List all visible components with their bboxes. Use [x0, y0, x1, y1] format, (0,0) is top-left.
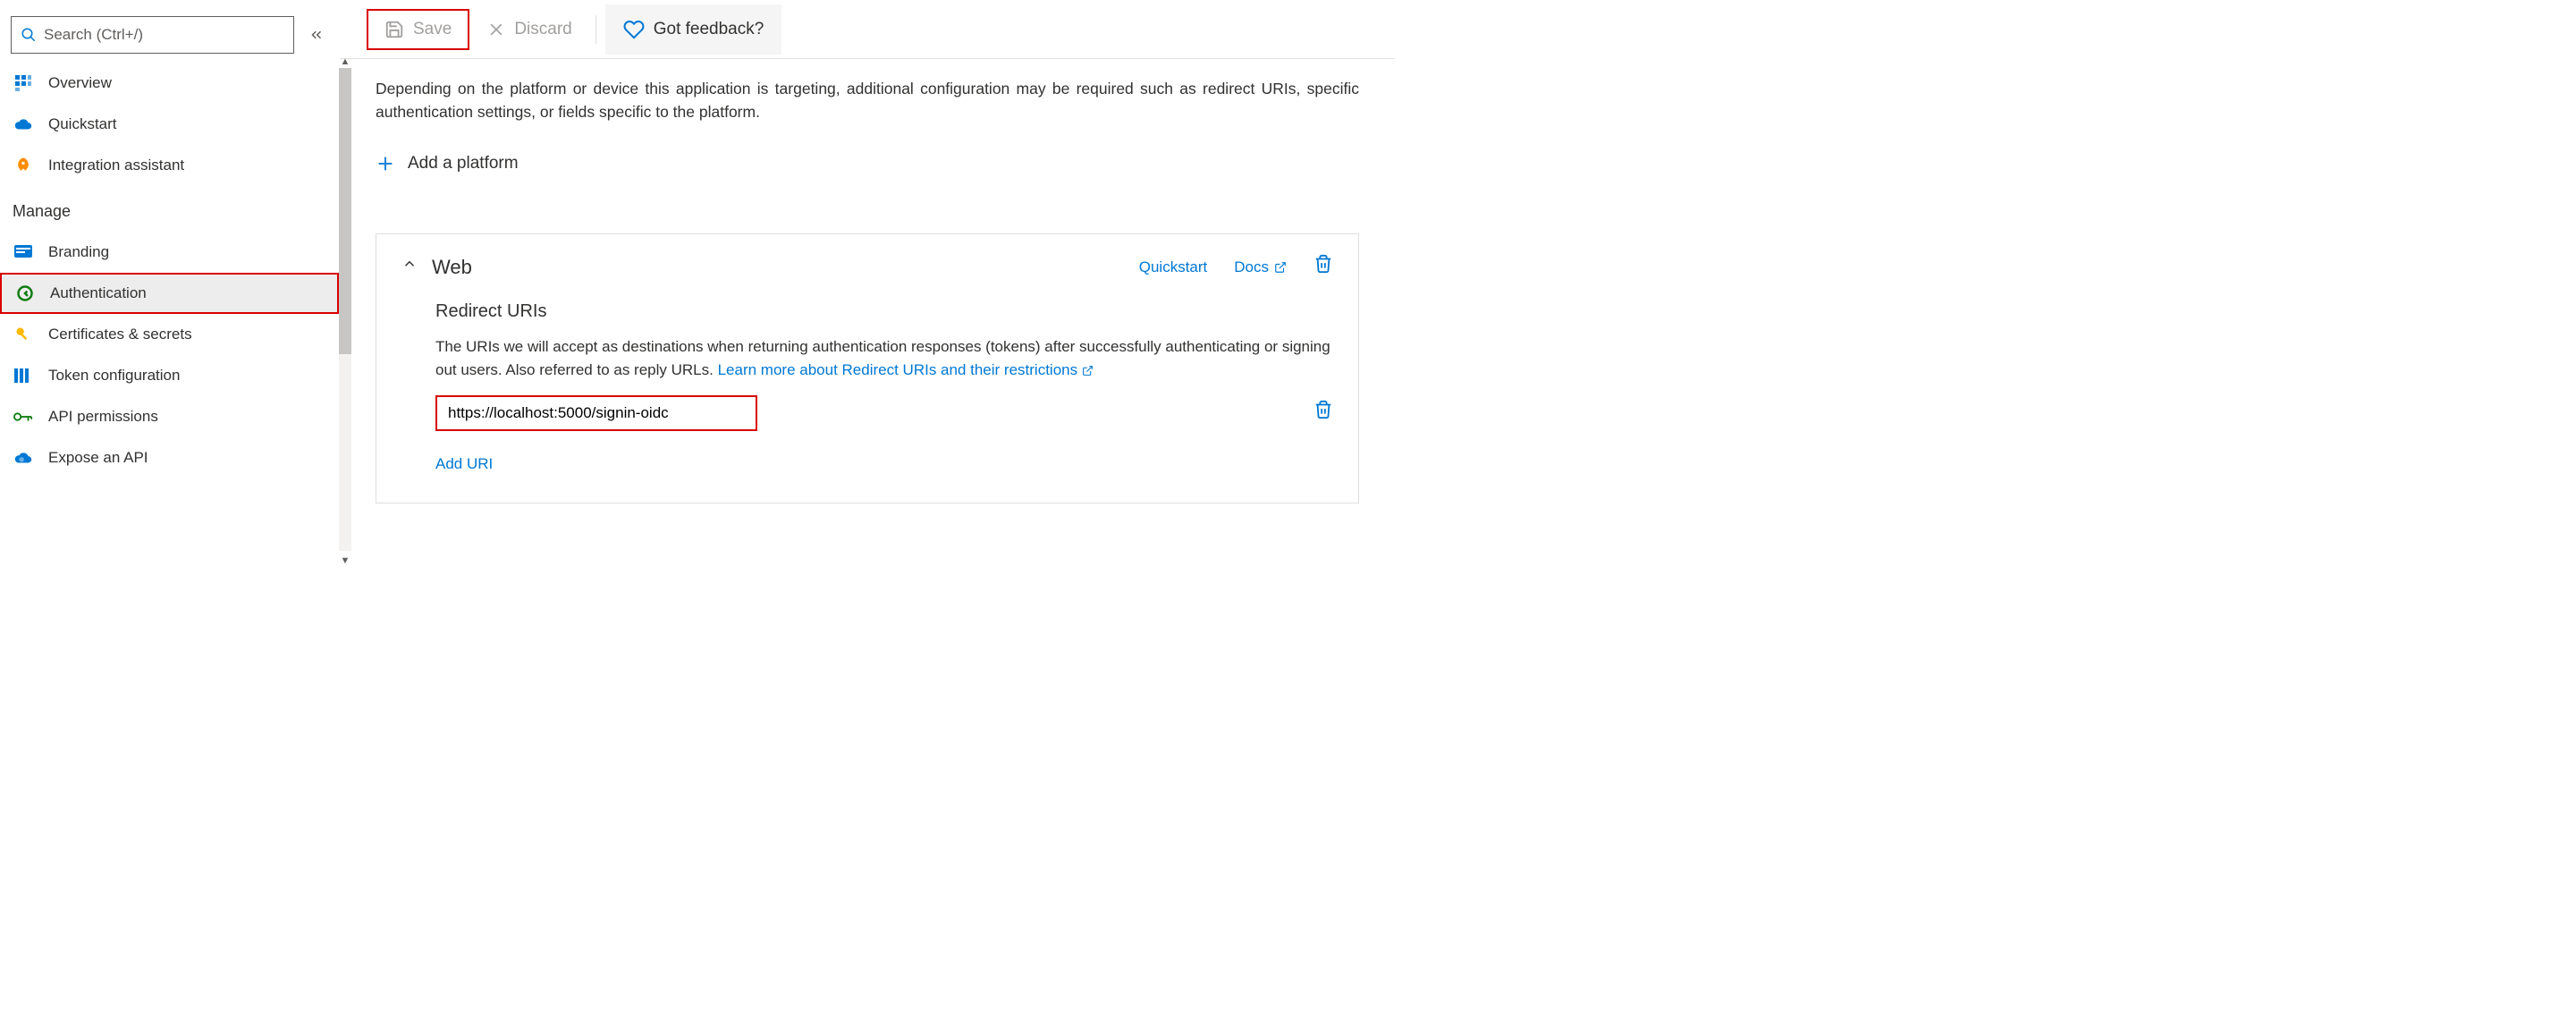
sidebar-item-label: Quickstart: [48, 115, 117, 133]
trash-icon: [1313, 400, 1333, 419]
expose-api-icon: [13, 447, 34, 469]
rocket-icon: [13, 155, 34, 176]
learn-more-link-text: Learn more about Redirect URIs and their…: [718, 361, 1078, 378]
card-title: Web: [432, 252, 1125, 282]
sidebar-item-certificates-secrets[interactable]: Certificates & secrets: [0, 314, 339, 355]
sidebar-item-token-configuration[interactable]: Token configuration: [0, 355, 339, 396]
sidebar-item-authentication[interactable]: Authentication: [0, 273, 339, 314]
learn-more-link[interactable]: Learn more about Redirect URIs and their…: [718, 361, 1094, 378]
docs-link[interactable]: Docs: [1234, 256, 1287, 279]
main: Save Discard Got feedback? Depending on …: [340, 0, 1395, 1024]
chevron-double-left-icon: [308, 27, 325, 43]
search-icon: [21, 27, 37, 43]
add-platform-button[interactable]: Add a platform: [376, 148, 519, 181]
external-link-icon: [1274, 261, 1287, 274]
add-platform-label: Add a platform: [408, 151, 519, 177]
save-label: Save: [413, 20, 452, 39]
intro-text: Depending on the platform or device this…: [376, 77, 1359, 124]
collapse-card-button[interactable]: [401, 255, 418, 278]
sidebar: Overview Quickstart Integration assistan…: [0, 0, 340, 1024]
delete-platform-button[interactable]: [1313, 254, 1333, 280]
sidebar-item-label: Branding: [48, 243, 109, 261]
chevron-up-icon: [401, 256, 418, 272]
sidebar-item-label: Authentication: [50, 284, 147, 302]
token-icon: [13, 365, 34, 386]
close-icon: [487, 21, 505, 38]
feedback-label: Got feedback?: [654, 20, 764, 39]
redirect-uri-row: [435, 395, 1333, 431]
api-permissions-icon: [13, 406, 34, 427]
nav-group-manage: Manage: [0, 186, 339, 232]
sidebar-scroll-thumb[interactable]: [339, 68, 351, 354]
save-button[interactable]: Save: [367, 9, 469, 50]
collapse-sidebar-button[interactable]: [305, 23, 328, 47]
auth-icon: [14, 283, 36, 304]
save-icon: [384, 20, 404, 39]
content: Depending on the platform or device this…: [340, 59, 1395, 539]
delete-uri-button[interactable]: [1313, 400, 1333, 426]
quickstart-link[interactable]: Quickstart: [1139, 256, 1208, 279]
sidebar-item-branding[interactable]: Branding: [0, 232, 339, 273]
search-box[interactable]: [11, 16, 294, 54]
heart-icon: [623, 19, 645, 40]
feedback-button[interactable]: Got feedback?: [605, 4, 782, 55]
sidebar-item-expose-api[interactable]: Expose an API: [0, 437, 339, 478]
discard-button[interactable]: Discard: [473, 13, 586, 47]
trash-icon: [1313, 254, 1333, 274]
sidebar-item-label: Integration assistant: [48, 157, 184, 174]
scroll-down-arrow[interactable]: ▼: [339, 554, 351, 567]
sidebar-item-integration-assistant[interactable]: Integration assistant: [0, 145, 339, 186]
sidebar-item-label: API permissions: [48, 408, 158, 426]
cloud-icon: [13, 114, 34, 135]
key-icon: [13, 324, 34, 345]
plus-icon: [376, 154, 395, 173]
sidebar-item-overview[interactable]: Overview: [0, 63, 339, 104]
sidebar-item-label: Token configuration: [48, 367, 180, 385]
sidebar-scrollbar[interactable]: [339, 68, 351, 551]
search-input[interactable]: [44, 26, 284, 44]
redirect-uris-description: The URIs we will accept as destinations …: [435, 335, 1333, 381]
sidebar-item-label: Expose an API: [48, 449, 148, 467]
docs-link-label: Docs: [1234, 256, 1269, 279]
external-link-icon: [1082, 365, 1094, 377]
scroll-up-arrow[interactable]: ▲: [339, 55, 351, 68]
sidebar-item-quickstart[interactable]: Quickstart: [0, 104, 339, 145]
toolbar: Save Discard Got feedback?: [340, 0, 1395, 59]
sidebar-item-api-permissions[interactable]: API permissions: [0, 396, 339, 437]
redirect-uri-input[interactable]: [435, 395, 757, 431]
redirect-uris-title: Redirect URIs: [435, 298, 1333, 325]
web-platform-card: Web Quickstart Docs Redirect URIs: [376, 233, 1359, 504]
add-uri-button[interactable]: Add URI: [435, 453, 1333, 476]
overview-icon: [13, 72, 34, 94]
branding-icon: [13, 241, 34, 263]
sidebar-item-label: Certificates & secrets: [48, 326, 192, 343]
discard-label: Discard: [514, 20, 571, 39]
toolbar-separator: [595, 15, 596, 44]
sidebar-item-label: Overview: [48, 74, 112, 92]
